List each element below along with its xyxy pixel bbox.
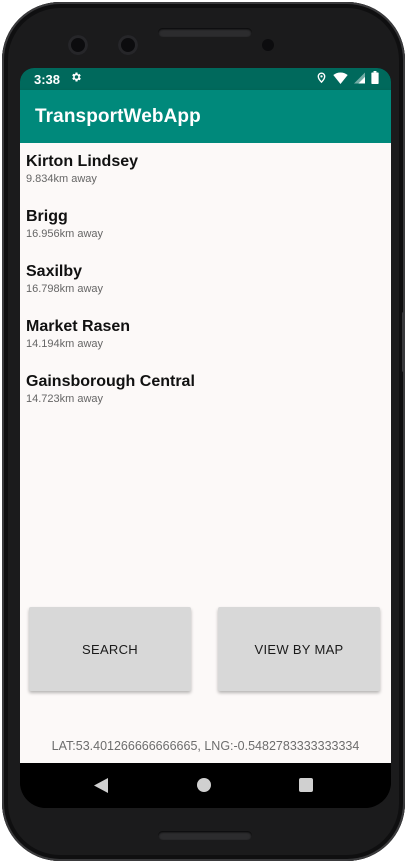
recent-apps-icon[interactable] [299, 778, 313, 792]
app-toolbar: TransportWebApp [20, 90, 391, 143]
status-bar: 3:38 [20, 68, 391, 90]
list-item[interactable]: Brigg 16.956km away [26, 207, 386, 262]
app-title: TransportWebApp [35, 106, 201, 127]
navigation-bar [20, 763, 391, 808]
view-by-map-button[interactable]: VIEW BY MAP [218, 607, 380, 691]
list-item[interactable]: Saxilby 16.798km away [26, 262, 386, 317]
station-name: Gainsborough Central [26, 373, 195, 390]
location-readout: LAT:53.401266666666665, LNG:-0.548278333… [51, 739, 360, 753]
back-icon[interactable] [94, 778, 108, 798]
station-name: Kirton Lindsey [26, 153, 139, 170]
station-name: Brigg [26, 208, 68, 225]
settings-gear-icon [70, 71, 82, 86]
home-icon[interactable] [197, 778, 211, 792]
bottom-speaker [158, 831, 252, 840]
location-icon [316, 71, 327, 89]
status-time: 3:38 [34, 72, 61, 87]
station-distance: 14.723km away [26, 393, 104, 405]
status-icons [316, 71, 379, 89]
list-item[interactable]: Gainsborough Central 14.723km away [26, 372, 386, 427]
front-sensor-icon [118, 35, 138, 55]
battery-icon [371, 71, 379, 89]
proximity-sensor-icon [262, 39, 274, 51]
signal-icon [354, 71, 365, 89]
side-power-button [402, 312, 405, 372]
station-distance: 14.194km away [26, 338, 104, 350]
station-list: Kirton Lindsey 9.834km away Brigg 16.956… [26, 152, 386, 427]
earpiece-speaker [158, 28, 252, 37]
device-screen: 3:38 TransportWebApp Kirton Lindsey 9.83… [20, 68, 391, 808]
wifi-icon [333, 71, 348, 89]
front-camera-icon [68, 35, 88, 55]
list-item[interactable]: Market Rasen 14.194km away [26, 317, 386, 372]
station-name: Saxilby [26, 263, 83, 280]
station-distance: 16.798km away [26, 283, 104, 295]
main-content: Kirton Lindsey 9.834km away Brigg 16.956… [20, 143, 391, 763]
station-distance: 9.834km away [26, 173, 97, 185]
phone-frame: 3:38 TransportWebApp Kirton Lindsey 9.83… [2, 2, 405, 861]
station-name: Market Rasen [26, 318, 131, 335]
station-distance: 16.956km away [26, 228, 104, 240]
list-item[interactable]: Kirton Lindsey 9.834km away [26, 152, 386, 207]
search-button[interactable]: SEARCH [29, 607, 191, 691]
